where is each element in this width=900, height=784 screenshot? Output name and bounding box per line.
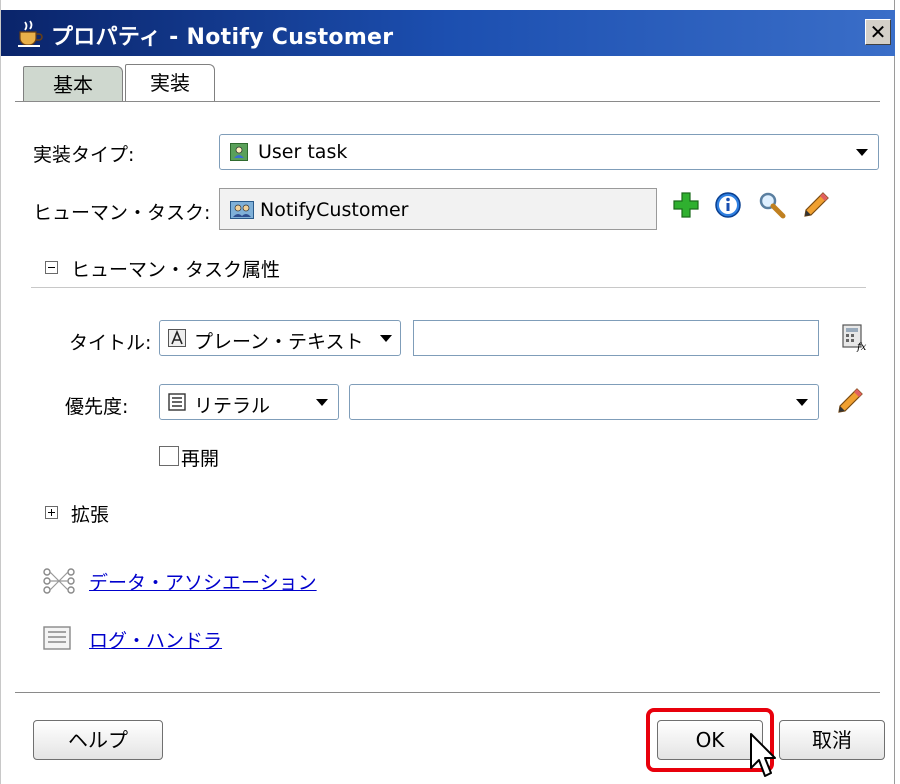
human-task-field[interactable]: NotifyCustomer	[219, 188, 657, 230]
coffee-cup-icon	[18, 20, 43, 47]
user-task-icon	[230, 143, 248, 161]
priority-value-select[interactable]	[349, 384, 819, 420]
add-icon[interactable]	[671, 190, 701, 220]
properties-dialog: プロパティ - Notify Customer ✕ 基本 実装 実装タイプ: U…	[0, 0, 895, 784]
human-task-attributes-header: ヒューマン・タスク属性	[71, 259, 281, 281]
help-button[interactable]: ヘルプ	[33, 720, 163, 760]
edit-icon[interactable]	[801, 190, 831, 220]
svg-text:fx: fx	[856, 342, 867, 352]
human-task-label: ヒューマン・タスク:	[33, 202, 211, 224]
close-icon: ✕	[869, 20, 887, 44]
priority-mode-value: リテラル	[194, 395, 271, 417]
tab-implementation-label: 実装	[150, 71, 190, 95]
tab-basic[interactable]: 基本	[23, 66, 123, 102]
title-bar[interactable]: プロパティ - Notify Customer ✕	[1, 10, 895, 56]
info-icon[interactable]	[713, 190, 743, 220]
human-task-icon	[230, 201, 254, 219]
plain-text-icon	[168, 329, 186, 347]
human-task-value: NotifyCustomer	[260, 199, 409, 221]
expand-icon[interactable]	[45, 506, 58, 519]
expression-builder-icon[interactable]: fx	[839, 322, 869, 352]
log-handler-icon	[43, 626, 71, 650]
priority-mode-select[interactable]: リテラル	[159, 384, 339, 420]
title-mode-select[interactable]: プレーン・テキスト	[159, 320, 401, 356]
implementation-type-label: 実装タイプ:	[33, 144, 135, 166]
chevron-down-icon	[316, 399, 328, 406]
help-button-label: ヘルプ	[68, 728, 128, 752]
extension-header: 拡張	[71, 504, 110, 526]
tab-implementation[interactable]: 実装	[125, 64, 215, 102]
log-handler-link[interactable]: ログ・ハンドラ	[89, 626, 222, 653]
edit-icon[interactable]	[835, 386, 865, 416]
chevron-down-icon	[856, 149, 868, 156]
footer-divider	[15, 692, 880, 693]
title-label: タイトル:	[69, 332, 152, 354]
priority-label: 優先度:	[65, 396, 129, 418]
implementation-type-select[interactable]: User task	[219, 134, 879, 170]
reopen-checkbox[interactable]	[159, 446, 179, 466]
tab-panel-border	[15, 101, 880, 102]
title-input[interactable]	[413, 320, 819, 356]
chevron-down-icon	[796, 399, 808, 406]
mouse-pointer-icon	[750, 733, 776, 777]
tab-basic-label: 基本	[53, 73, 93, 97]
cancel-button-label: 取消	[812, 728, 852, 752]
cancel-button[interactable]: 取消	[779, 720, 885, 760]
data-association-link[interactable]: データ・アソシエーション	[89, 568, 317, 595]
window-title: プロパティ - Notify Customer	[51, 25, 394, 50]
search-icon[interactable]	[757, 190, 787, 220]
section-divider	[31, 287, 866, 288]
implementation-type-value: User task	[258, 141, 348, 163]
reopen-label: 再開	[181, 448, 220, 470]
collapse-icon[interactable]	[45, 261, 58, 274]
chevron-down-icon	[380, 335, 392, 342]
data-association-icon	[43, 568, 75, 594]
literal-icon	[168, 393, 186, 411]
title-mode-value: プレーン・テキスト	[194, 331, 364, 353]
close-button[interactable]: ✕	[865, 19, 891, 45]
